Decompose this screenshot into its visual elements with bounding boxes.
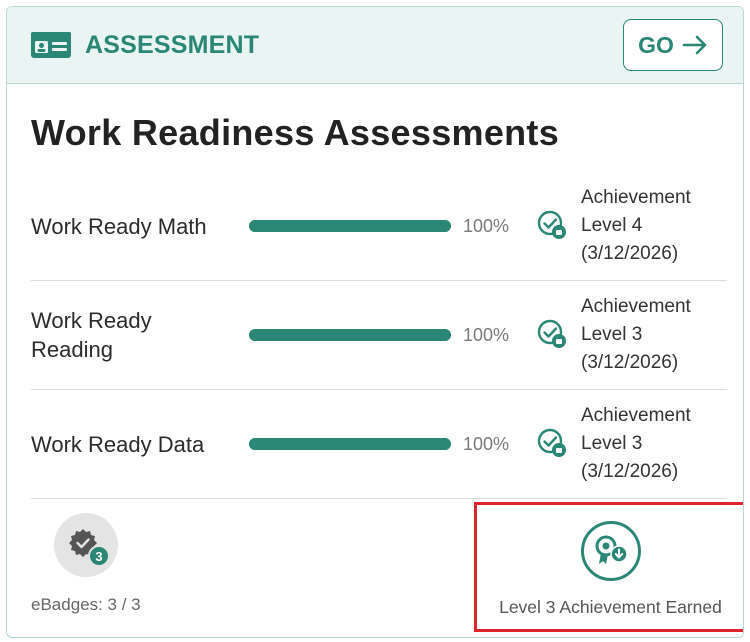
assessment-name: Work Ready Math	[31, 213, 207, 239]
go-label: GO	[638, 31, 674, 58]
progress-percent: 100%	[463, 215, 510, 236]
arrow-right-icon	[682, 35, 708, 55]
ebadges-label: eBadges: 3 / 3	[31, 595, 141, 614]
progress-bar	[249, 220, 451, 232]
achievement-medal-icon	[580, 521, 641, 581]
page-title: Work Readiness Assessments	[31, 112, 560, 153]
ebadge-count-badge: 3	[88, 545, 110, 567]
progress-bar-fill	[249, 438, 451, 450]
assessment-name: Work Ready Data	[31, 431, 205, 457]
achievement-earned-label: Level 3 Achievement Earned	[499, 597, 722, 617]
achievement-date: (3/12/2026)	[581, 243, 679, 264]
progress-bar-fill	[249, 329, 451, 341]
achievement-check-icon	[535, 208, 571, 244]
achievement-check-icon	[535, 317, 571, 353]
assessment-row: Work Ready Reading 100% Achievement Leve…	[31, 281, 727, 390]
achievement-info: Achievement Level 4 (3/12/2026)	[581, 184, 711, 268]
assessment-card: ASSESSMENT GO Work Readiness Assessments…	[6, 6, 744, 638]
ebadges-summary[interactable]: 3 eBadges: 3 / 3	[31, 513, 141, 614]
card-footer: 3 eBadges: 3 / 3 Level 3 Achievement Ear…	[7, 499, 743, 637]
section-title: ASSESSMENT	[85, 30, 260, 59]
main-content: Work Readiness Assessments Work Ready Ma…	[7, 112, 743, 499]
achievement-label: Achievement	[581, 187, 691, 208]
go-button[interactable]: GO	[623, 19, 723, 71]
achievement-level: Level 3	[581, 324, 643, 345]
achievement-level: Level 4	[581, 215, 643, 236]
ebadge-icon: 3	[54, 513, 118, 577]
achievement-earned-highlight[interactable]: Level 3 Achievement Earned	[474, 502, 743, 632]
id-card-icon	[31, 32, 71, 58]
progress-bar-fill	[249, 220, 451, 232]
progress-bar	[249, 438, 451, 450]
achievement-date: (3/12/2026)	[581, 461, 679, 482]
assessment-row: Work Ready Data 100% Achievement Level 3	[31, 390, 727, 499]
achievement-info: Achievement Level 3 (3/12/2026)	[581, 293, 711, 377]
assessment-name: Work Ready Reading	[31, 308, 152, 362]
card-header: ASSESSMENT GO	[7, 7, 743, 84]
achievement-label: Achievement	[581, 296, 691, 317]
progress-percent: 100%	[463, 324, 510, 345]
assessment-list: Work Ready Math 100% Achievement Level 4	[31, 172, 743, 499]
achievement-info: Achievement Level 3 (3/12/2026)	[581, 402, 711, 486]
progress-bar	[249, 329, 451, 341]
achievement-level: Level 3	[581, 433, 643, 454]
achievement-label: Achievement	[581, 405, 691, 426]
assessment-row: Work Ready Math 100% Achievement Level 4	[31, 172, 727, 281]
achievement-date: (3/12/2026)	[581, 352, 679, 373]
achievement-check-icon	[535, 426, 571, 462]
progress-percent: 100%	[463, 433, 510, 454]
